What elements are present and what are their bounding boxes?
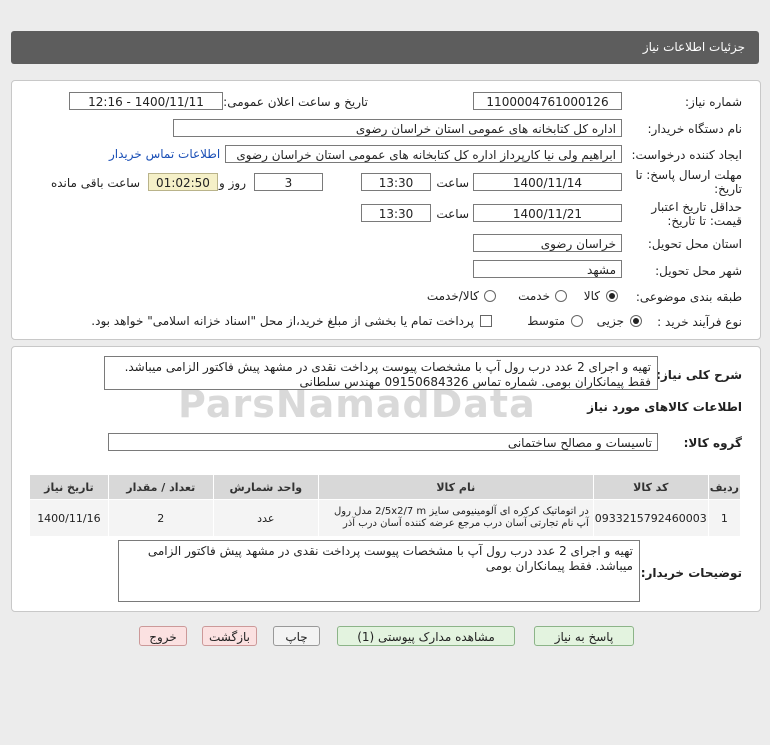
row-name: در اتوماتیک کرکره ای آلومینیومی سایز 2/5… (317, 499, 594, 537)
buyer-org-label: نام دستگاه خریدار: (647, 122, 743, 136)
buyer-notes-label: توضیحات خریدار: (640, 566, 742, 580)
validity-time-label: ساعت (436, 207, 469, 221)
deadline-time-label: ساعت (436, 176, 469, 190)
validity-time-field: 13:30 (361, 204, 431, 222)
category-radio-goods-service[interactable] (484, 290, 496, 302)
category-radio-goods[interactable] (606, 290, 618, 302)
goods-table: ردیف کد کالا نام کالا واحد شمارش تعداد /… (29, 474, 742, 537)
validity-label: حداقل تاریخ اعتبار (651, 200, 742, 214)
col-index: ردیف (707, 474, 742, 500)
need-number-field: 1100004761000126 (473, 92, 622, 110)
reply-button[interactable]: پاسخ به نیاز (534, 626, 634, 646)
row-name-line-2: آپ نام تجارتی آسان درب مرجع عرضه کننده آ… (343, 518, 589, 529)
remaining-timer: 01:02:50 (148, 173, 218, 191)
process-label: نوع فرآیند خرید : (657, 315, 742, 329)
province-field: خراسان رضوی (473, 234, 622, 252)
goods-info-title: اطلاعات کالاهای مورد نیاز (587, 400, 742, 414)
process-option-minor: جزیی (596, 314, 624, 328)
row-date: 1400/11/16 (29, 499, 109, 537)
category-option-goods: کالا (583, 289, 600, 303)
deadline-date-field: 1400/11/14 (473, 173, 622, 191)
category-option-service: خدمت (518, 289, 550, 303)
province-label: استان محل تحویل: (647, 237, 742, 251)
city-field: مشهد (473, 260, 622, 278)
process-option-medium: متوسط (527, 314, 565, 328)
page-header: جزئیات اطلاعات نیاز (11, 31, 759, 64)
validity-label-date: قیمت: تا تاریخ: (667, 214, 742, 228)
buyer-org-field: اداره کل کتابخانه های عمومی استان خراسان… (173, 119, 622, 137)
treasury-payment-note: پرداخت تمام یا بخشی از مبلغ خرید،از محل … (91, 314, 474, 328)
exit-button[interactable]: خروج (139, 626, 187, 646)
buyer-notes-line-2: میباشد. فقط پیمانکاران بومی (485, 559, 633, 573)
announce-field: 1400/11/11 - 12:16 (69, 92, 223, 110)
summary-line-2: فقط پیمانکاران بومی. شماره تماس 09150684… (299, 375, 652, 389)
category-option-goods-service: کالا/خدمت (426, 289, 479, 303)
category-label: طبقه بندی موضوعی: (635, 290, 742, 304)
remaining-label: ساعت باقی مانده (50, 176, 140, 190)
buyer-notes-box: تهیه و اجرای 2 عدد درب رول آپ با مشخصات … (118, 540, 640, 602)
process-radio-minor[interactable] (630, 315, 642, 327)
page-title: جزئیات اطلاعات نیاز (642, 40, 745, 54)
city-label: شهر محل تحویل: (655, 264, 742, 278)
table-row: 1 0933215792460003 در اتوماتیک کرکره ای … (29, 499, 742, 537)
need-number-label: شماره نیاز: (685, 95, 742, 109)
col-qty: تعداد / مقدار (107, 474, 214, 500)
summary-label: شرح کلی نیاز: (656, 368, 742, 382)
col-unit: واحد شمارش (212, 474, 319, 500)
goods-group-field: تاسیسات و مصالح ساختمانی (108, 433, 658, 451)
print-button[interactable]: چاپ (273, 626, 320, 646)
deadline-time-field: 13:30 (361, 173, 431, 191)
row-code: 0933215792460003 (592, 499, 709, 537)
back-button[interactable]: بازگشت (202, 626, 257, 646)
deadline-label-date: تاریخ: (714, 182, 742, 196)
summary-box: تهیه و اجرای 2 عدد درب رول آپ با مشخصات … (104, 356, 658, 390)
row-index: 1 (707, 499, 742, 537)
col-name: نام کالا (317, 474, 594, 500)
deadline-label: مهلت ارسال پاسخ: تا (635, 168, 742, 182)
row-qty: 2 (107, 499, 214, 537)
treasury-payment-checkbox[interactable] (480, 315, 492, 327)
category-radio-service[interactable] (555, 290, 567, 302)
validity-date-field: 1400/11/21 (473, 204, 622, 222)
process-radio-medium[interactable] (571, 315, 583, 327)
announce-label: تاریخ و ساعت اعلان عمومی: (223, 95, 368, 109)
row-name-line-1: در اتوماتیک کرکره ای آلومینیومی سایز 2/5… (333, 506, 589, 517)
view-documents-button[interactable]: مشاهده مدارک پیوستی (1) (337, 626, 515, 646)
creator-label: ایجاد کننده درخواست: (631, 148, 742, 162)
contact-buyer-link[interactable]: اطلاعات تماس خریدار (109, 147, 220, 161)
buyer-notes-line-1: تهیه و اجرای 2 عدد درب رول آپ با مشخصات … (147, 544, 633, 558)
goods-table-header: ردیف کد کالا نام کالا واحد شمارش تعداد /… (29, 474, 742, 500)
summary-line-1: تهیه و اجرای 2 عدد درب رول آپ با مشخصات … (124, 360, 651, 374)
days-label: روز و (219, 176, 246, 190)
goods-group-label: گروه کالا: (683, 436, 742, 450)
row-unit: عدد (212, 499, 319, 537)
creator-field: ابراهیم ولی نیا کارپرداز اداره کل کتابخا… (225, 145, 622, 163)
col-date: تاریخ نیاز (29, 474, 109, 500)
days-field: 3 (254, 173, 323, 191)
col-code: کد کالا (592, 474, 709, 500)
